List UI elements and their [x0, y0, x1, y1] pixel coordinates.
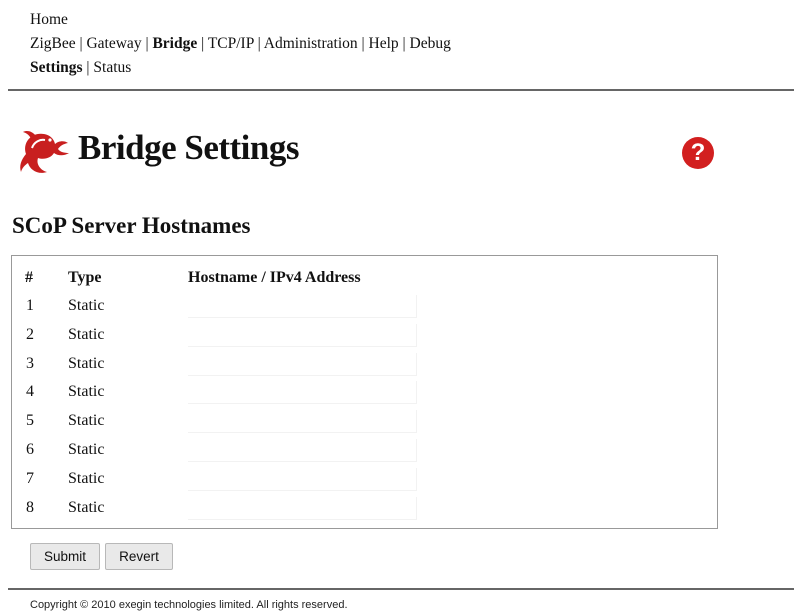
- column-header-hostname: Hostname / IPv4 Address: [188, 269, 361, 286]
- top-divider: [8, 89, 794, 91]
- table-row: 8 Static: [12, 495, 717, 524]
- row-type: Static: [68, 498, 105, 516]
- table-row: 3 Static: [12, 351, 717, 380]
- nav-link-zigbee[interactable]: ZigBee: [30, 35, 76, 52]
- nav-link-administration[interactable]: Administration: [264, 35, 358, 52]
- table-body: 1 Static 2 Static 3 Static 4 Static 5 Static 6 Stat…: [12, 293, 717, 523]
- hostname-input[interactable]: [188, 496, 417, 520]
- nav-link-gateway[interactable]: Gateway: [86, 35, 141, 52]
- lizard-logo-icon: [20, 131, 69, 173]
- page-title: Bridge Settings: [78, 128, 299, 167]
- row-number: 4: [26, 383, 34, 401]
- table-row: 2 Static: [12, 322, 717, 351]
- row-number: 2: [26, 325, 34, 343]
- nav-separator: |: [79, 35, 83, 52]
- hostname-input[interactable]: [188, 438, 417, 462]
- hostnames-table: # Type Hostname / IPv4 Address 1 Static 2 S…: [11, 255, 718, 529]
- nav-link-help[interactable]: Help: [369, 35, 399, 52]
- hostname-input[interactable]: [188, 381, 417, 405]
- row-number: 7: [26, 469, 34, 487]
- row-type: Static: [68, 325, 105, 343]
- nav-separator: |: [145, 35, 149, 52]
- hostname-input[interactable]: [188, 323, 417, 347]
- nav-separator: |: [257, 35, 261, 52]
- help-question-icon[interactable]: ?: [682, 137, 714, 169]
- nav-separator: |: [201, 35, 205, 52]
- nav-link-settings[interactable]: Settings: [30, 59, 83, 76]
- revert-button[interactable]: Revert: [105, 543, 173, 570]
- nav-link-bridge[interactable]: Bridge: [152, 35, 197, 52]
- table-row: 4 Static: [12, 379, 717, 408]
- nav-link-status[interactable]: Status: [93, 59, 131, 76]
- row-type: Static: [68, 383, 105, 401]
- hostname-input[interactable]: [188, 410, 417, 434]
- nav-separator: |: [402, 35, 406, 52]
- nav-separator: |: [86, 59, 90, 76]
- row-number: 5: [26, 412, 34, 430]
- table-row: 6 Static: [12, 437, 717, 466]
- copyright-footer: Copyright © 2010 exegin technologies lim…: [30, 599, 348, 611]
- row-number: 8: [26, 498, 34, 516]
- section-title: SCoP Server Hostnames: [12, 213, 251, 238]
- top-navigation: Home ZigBee | Gateway | Bridge | TCP/IP …: [30, 8, 451, 80]
- row-number: 3: [26, 354, 34, 372]
- table-row: 1 Static: [12, 293, 717, 322]
- nav-row-home: Home: [30, 8, 451, 32]
- table-row: 7 Static: [12, 466, 717, 495]
- table-row: 5 Static: [12, 408, 717, 437]
- nav-link-home[interactable]: Home: [30, 11, 68, 28]
- nav-separator: |: [361, 35, 365, 52]
- row-type: Static: [68, 412, 105, 430]
- hostname-input[interactable]: [188, 467, 417, 491]
- row-type: Static: [68, 297, 105, 314]
- nav-row-main: ZigBee | Gateway | Bridge | TCP/IP | Adm…: [30, 32, 451, 56]
- row-number: 6: [26, 440, 34, 458]
- row-type: Static: [68, 469, 105, 487]
- bottom-divider: [8, 588, 794, 590]
- nav-row-sub: Settings | Status: [30, 56, 451, 80]
- hostname-input[interactable]: [188, 352, 417, 376]
- row-type: Static: [68, 354, 105, 372]
- column-header-number: #: [25, 269, 33, 286]
- hostname-input[interactable]: [188, 295, 417, 318]
- row-number: 1: [26, 297, 34, 314]
- nav-link-debug[interactable]: Debug: [410, 35, 451, 52]
- submit-button[interactable]: Submit: [30, 543, 100, 570]
- nav-link-tcp-ip[interactable]: TCP/IP: [208, 35, 254, 52]
- row-type: Static: [68, 440, 105, 458]
- column-header-type: Type: [68, 269, 102, 286]
